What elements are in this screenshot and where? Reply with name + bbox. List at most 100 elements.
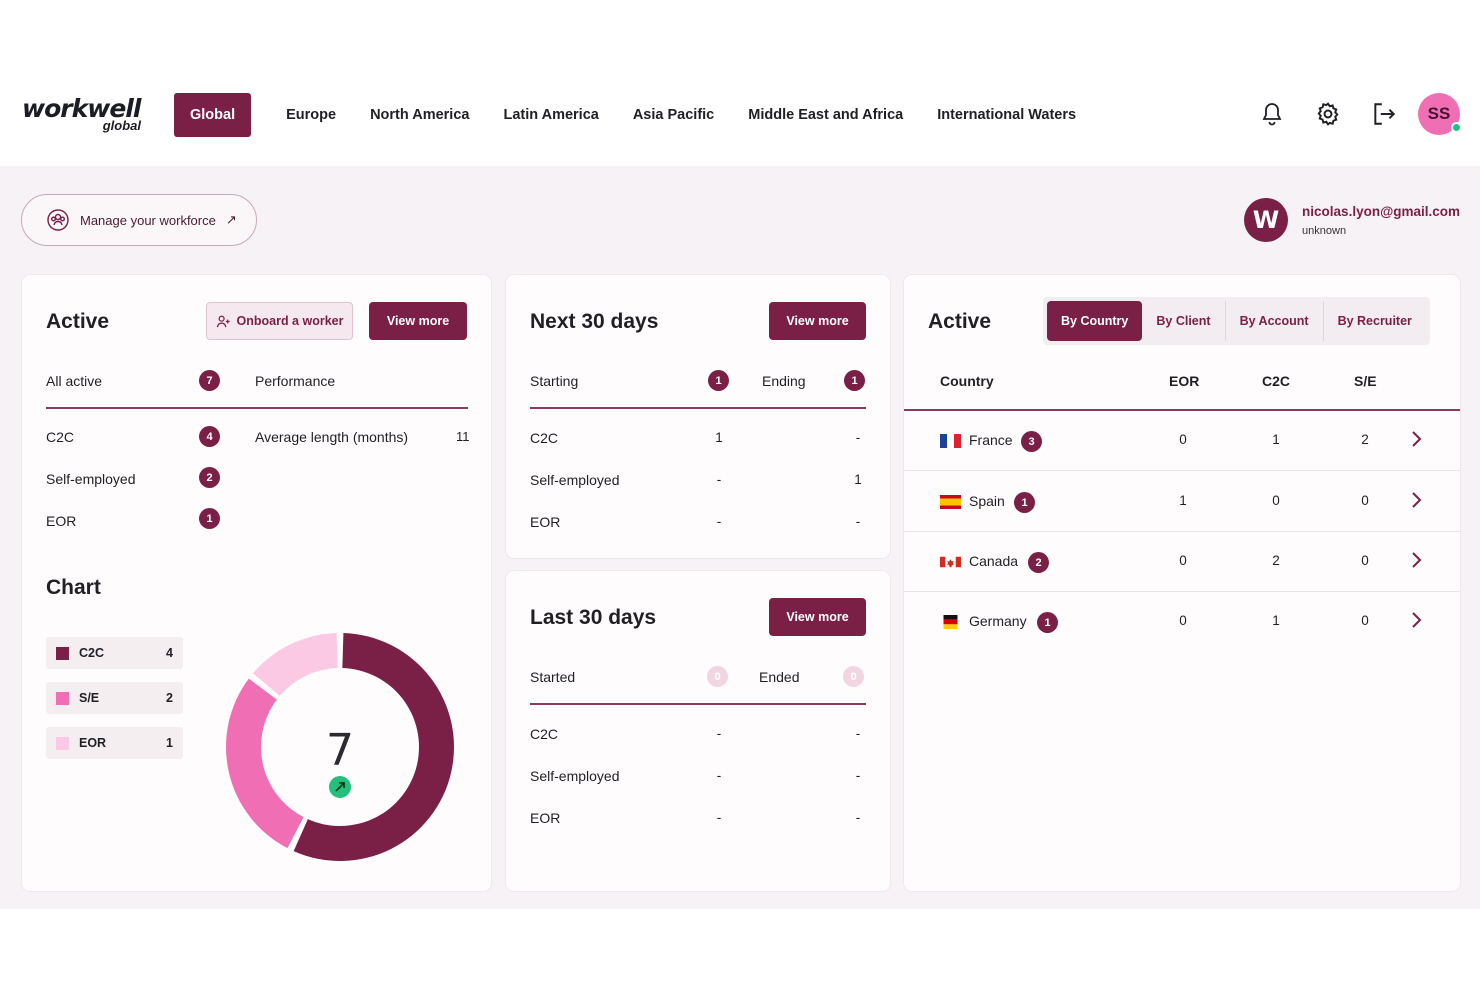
workforce-icon bbox=[47, 209, 69, 231]
ended-label: Ended bbox=[759, 669, 800, 685]
donut-slice-se[interactable] bbox=[226, 678, 304, 849]
next-c2c-end: - bbox=[855, 430, 861, 445]
avg-length-value: 11 bbox=[456, 429, 470, 444]
country-count: 3 bbox=[1021, 431, 1042, 452]
last-eor-label: EOR bbox=[530, 810, 561, 826]
country-name: Spain bbox=[969, 493, 1005, 509]
next-30-days-card: Next 30 days View more Starting 1 Ending… bbox=[506, 275, 890, 558]
donut-slice-eor[interactable] bbox=[253, 633, 338, 696]
germany-flag-icon bbox=[943, 615, 958, 629]
online-status-dot bbox=[1451, 122, 1462, 133]
legend-label: S/E bbox=[79, 691, 100, 705]
external-link-icon: ↗ bbox=[225, 212, 237, 227]
active-card-title: Active bbox=[46, 310, 110, 333]
nav-asia-pacific[interactable]: Asia Pacific bbox=[616, 93, 731, 137]
account-avatar[interactable]: W bbox=[1244, 198, 1289, 242]
c2c-label: C2C bbox=[46, 429, 75, 445]
nav-middle-east-africa[interactable]: Middle East and Africa bbox=[731, 93, 920, 137]
notifications-button[interactable] bbox=[1244, 92, 1300, 136]
user-email[interactable]: nicolas.lyon@gmail.com bbox=[1302, 204, 1460, 219]
top-header: workwell global Global Europe North Amer… bbox=[0, 62, 1480, 166]
manage-workforce-button[interactable]: Manage your workforce ↗ bbox=[21, 194, 257, 246]
nav-global[interactable]: Global bbox=[174, 93, 252, 137]
avatar-initials: SS bbox=[1427, 104, 1451, 123]
user-block: W nicolas.lyon@gmail.com unknown bbox=[1244, 198, 1460, 242]
tab-by-country[interactable]: By Country bbox=[1047, 301, 1143, 341]
ending-count: 1 bbox=[844, 370, 865, 391]
next-30-divider bbox=[530, 407, 866, 409]
last-30-view-more-button[interactable]: View more bbox=[769, 598, 866, 636]
tab-by-client[interactable]: By Client bbox=[1142, 301, 1226, 341]
eor-label: EOR bbox=[46, 513, 77, 529]
chevron-right-icon[interactable] bbox=[1409, 491, 1423, 509]
tab-by-recruiter[interactable]: By Recruiter bbox=[1324, 301, 1426, 341]
next-eor-end: - bbox=[855, 514, 861, 529]
table-row-france[interactable]: France 3 0 1 2 bbox=[904, 411, 1460, 471]
c2c-count: 4 bbox=[199, 426, 220, 447]
eor-value: 0 bbox=[1179, 432, 1187, 447]
eor-value: 0 bbox=[1179, 553, 1187, 568]
started-count: 0 bbox=[707, 666, 728, 687]
nav-north-america[interactable]: North America bbox=[353, 93, 486, 137]
legend-value: 2 bbox=[166, 691, 173, 705]
chevron-right-icon[interactable] bbox=[1409, 430, 1423, 448]
eor-count: 1 bbox=[199, 508, 220, 529]
last-self-employed-label: Self-employed bbox=[530, 768, 620, 784]
nav-international-waters[interactable]: International Waters bbox=[920, 93, 1093, 137]
country-count: 1 bbox=[1014, 492, 1035, 513]
col-eor: EOR bbox=[1169, 373, 1200, 389]
last-c2c-label: C2C bbox=[530, 726, 559, 742]
region-nav: Global Europe North America Latin Americ… bbox=[174, 93, 1093, 137]
grouping-tabs: By Country By Client By Account By Recru… bbox=[1043, 297, 1430, 345]
c2c-value: 1 bbox=[1272, 613, 1280, 628]
legend-swatch bbox=[56, 736, 69, 750]
c2c-value: 0 bbox=[1272, 493, 1280, 508]
legend-label: C2C bbox=[79, 646, 105, 660]
bell-icon bbox=[1262, 103, 1282, 126]
active-card: Active Onboard a worker View more All ac… bbox=[22, 275, 491, 891]
settings-button[interactable] bbox=[1300, 92, 1356, 136]
country-name: Canada bbox=[969, 553, 1019, 569]
legend-se: S/E 2 bbox=[46, 682, 183, 714]
col-c2c: C2C bbox=[1262, 373, 1291, 389]
eor-value: 1 bbox=[1179, 493, 1187, 508]
next-se-start: - bbox=[716, 472, 722, 487]
tab-by-account[interactable]: By Account bbox=[1226, 301, 1324, 341]
legend-label: EOR bbox=[79, 736, 107, 750]
next-c2c-label: C2C bbox=[530, 430, 559, 446]
last-eor-start: - bbox=[716, 810, 722, 825]
spain-flag-icon bbox=[940, 495, 961, 509]
user-avatar[interactable]: SS bbox=[1418, 93, 1462, 135]
started-label: Started bbox=[530, 669, 576, 685]
logout-button[interactable] bbox=[1356, 92, 1412, 136]
country-name: France bbox=[969, 432, 1013, 448]
legend-value: 4 bbox=[166, 646, 173, 660]
avg-length-label: Average length (months) bbox=[255, 429, 409, 445]
country-count: 1 bbox=[1037, 612, 1058, 633]
chevron-right-icon[interactable] bbox=[1409, 551, 1423, 569]
all-active-label: All active bbox=[46, 373, 103, 389]
onboard-worker-button[interactable]: Onboard a worker bbox=[206, 302, 353, 340]
next-30-view-more-button[interactable]: View more bbox=[769, 302, 866, 340]
starting-count: 1 bbox=[708, 370, 729, 391]
country-name: Germany bbox=[969, 613, 1027, 629]
header-actions: SS bbox=[1244, 92, 1462, 136]
next-self-employed-label: Self-employed bbox=[530, 472, 620, 488]
table-row-germany[interactable]: Germany 1 0 1 0 bbox=[904, 592, 1460, 652]
table-row-canada[interactable]: Canada 2 0 2 0 bbox=[904, 532, 1460, 592]
active-by-country-card: Active By Country By Client By Account B… bbox=[904, 275, 1460, 891]
nav-europe[interactable]: Europe bbox=[269, 93, 353, 137]
legend-swatch bbox=[56, 646, 69, 660]
last-eor-end: - bbox=[855, 810, 861, 825]
active-view-more-button[interactable]: View more bbox=[369, 302, 467, 340]
ended-count: 0 bbox=[843, 666, 864, 687]
table-row-spain[interactable]: Spain 1 1 0 0 bbox=[904, 472, 1460, 532]
last-c2c-end: - bbox=[855, 726, 861, 741]
workwell-logo[interactable]: workwell global bbox=[22, 96, 147, 136]
chart-title: Chart bbox=[46, 576, 101, 599]
next-se-end: 1 bbox=[854, 472, 862, 487]
logout-icon bbox=[1374, 103, 1396, 125]
chevron-right-icon[interactable] bbox=[1409, 611, 1423, 629]
nav-latin-america[interactable]: Latin America bbox=[486, 93, 615, 137]
last-se-end: - bbox=[855, 768, 861, 783]
